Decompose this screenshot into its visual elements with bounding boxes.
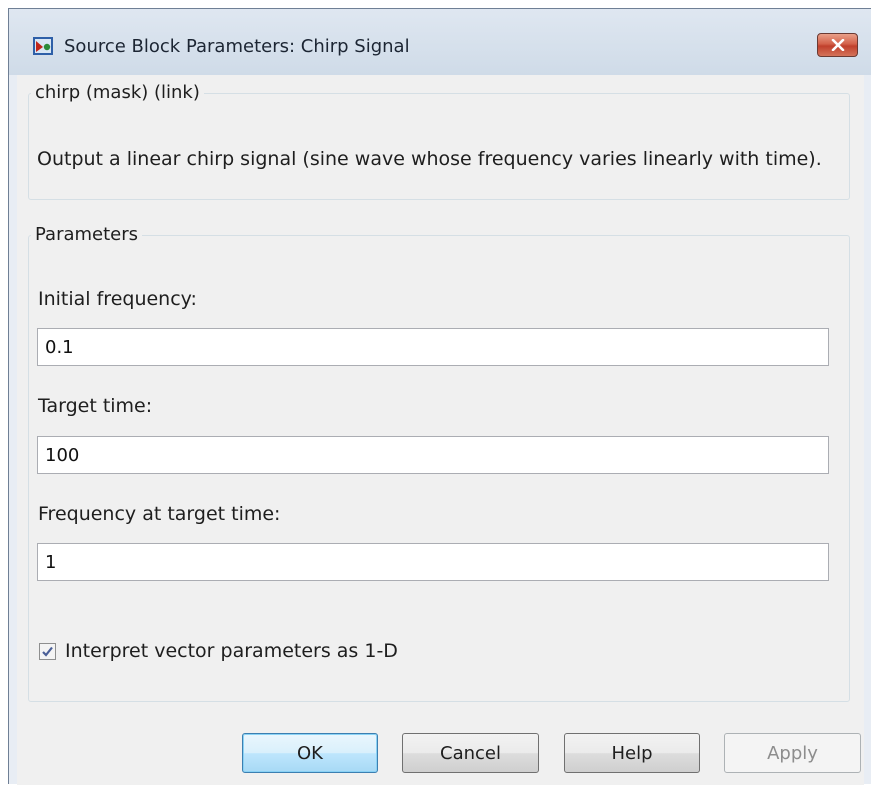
- frequency-at-target-time-label: Frequency at target time:: [38, 503, 281, 525]
- frequency-at-target-time-input[interactable]: [37, 543, 829, 581]
- title-bar[interactable]: Source Block Parameters: Chirp Signal: [9, 9, 871, 75]
- help-button[interactable]: Help: [564, 733, 700, 773]
- initial-frequency-label: Initial frequency:: [38, 288, 197, 310]
- block-description: Output a linear chirp signal (sine wave …: [37, 148, 822, 170]
- parameters-legend: Parameters: [35, 224, 139, 245]
- target-time-label: Target time:: [38, 395, 153, 417]
- apply-button[interactable]: Apply: [724, 733, 861, 773]
- description-group: chirp (mask) (link) Output a linear chir…: [28, 83, 850, 200]
- target-time-input[interactable]: [37, 436, 829, 474]
- initial-frequency-input[interactable]: [37, 328, 829, 366]
- close-button[interactable]: [817, 33, 858, 57]
- dialog-client-area: chirp (mask) (link) Output a linear chir…: [17, 75, 864, 785]
- simulink-block-icon: [33, 37, 53, 55]
- description-legend: chirp (mask) (link): [35, 82, 200, 103]
- ok-button[interactable]: OK: [242, 733, 378, 773]
- cancel-button[interactable]: Cancel: [402, 733, 539, 773]
- interpret-vector-label: Interpret vector parameters as 1-D: [65, 640, 398, 662]
- parameters-group: Parameters Initial frequency: Target tim…: [28, 225, 850, 702]
- close-icon: [831, 39, 844, 51]
- window-title: Source Block Parameters: Chirp Signal: [64, 36, 410, 57]
- interpret-vector-checkbox[interactable]: [39, 642, 56, 660]
- checkmark-icon: [42, 646, 53, 657]
- dialog-window: Source Block Parameters: Chirp Signal ch…: [8, 8, 871, 785]
- interpret-vector-row[interactable]: Interpret vector parameters as 1-D: [39, 640, 398, 662]
